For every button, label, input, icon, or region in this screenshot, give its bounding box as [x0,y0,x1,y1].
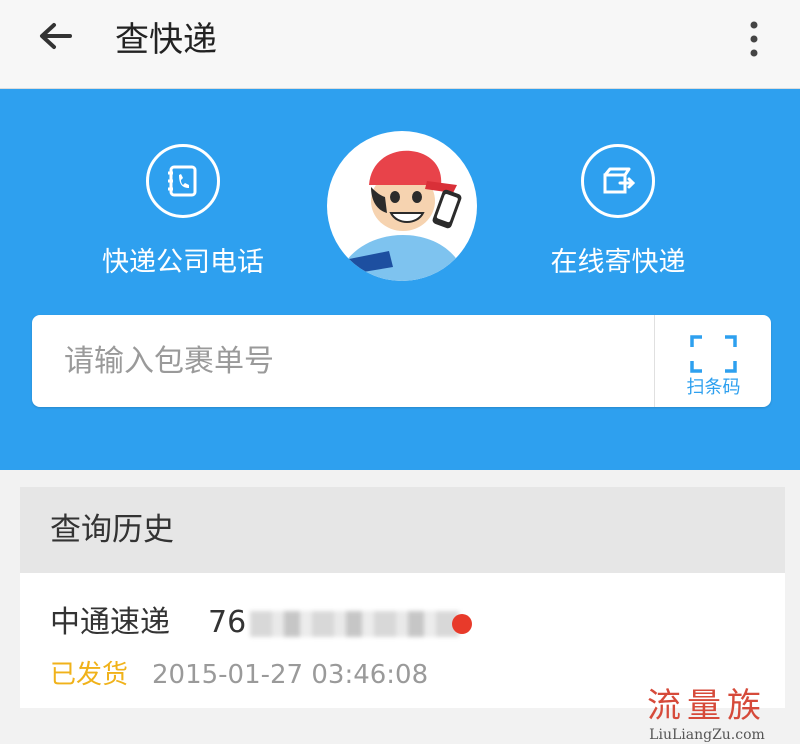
app-bar: 查快递 [0,0,800,89]
courier-phone-label: 快递公司电话 [102,247,264,278]
unread-indicator [452,614,472,634]
watermark-en: LiuLiangZu.com [649,727,765,743]
send-package-action[interactable]: 在线寄快递 [498,144,738,280]
send-package-icon [581,144,655,218]
courier-phone-action[interactable]: 快递公司电话 [63,144,303,280]
history-list-item[interactable]: 中通速递 76 已发货 2015-01-27 03:46:08 流量族 LiuL… [20,573,785,743]
shipment-status: 已发货 [50,660,129,690]
back-button[interactable] [30,14,90,74]
query-history-card: 查询历史 中通速递 76 已发货 2015-01-27 03:46:08 流量族… [20,487,785,743]
back-arrow-icon [40,23,72,49]
more-vertical-icon [750,21,758,57]
query-datetime: 2015-01-27 03:46:08 [152,660,429,690]
history-title: 查询历史 [20,487,785,573]
courier-mascot [327,131,477,281]
watermark-cn: 流量族 [647,686,767,726]
phone-book-icon [146,144,220,218]
courier-company: 中通速递 [50,605,170,640]
tracking-number-input[interactable] [32,315,652,407]
scan-barcode-label: 扫条码 [686,377,741,398]
site-watermark: 流量族 LiuLiangZu.com [632,686,782,744]
scan-barcode-button[interactable]: 扫条码 [654,315,772,407]
page-title: 查快递 [115,20,217,60]
tracking-number-redaction [250,611,460,637]
tracking-number: 76 [208,605,247,640]
send-package-label: 在线寄快递 [550,247,686,278]
more-options-button[interactable] [732,14,772,74]
hero-banner: 快递公司电话 在线寄快递 请输入包裹单号 扫条码 [0,89,800,470]
tracking-search-box: 扫条码 [32,315,771,407]
